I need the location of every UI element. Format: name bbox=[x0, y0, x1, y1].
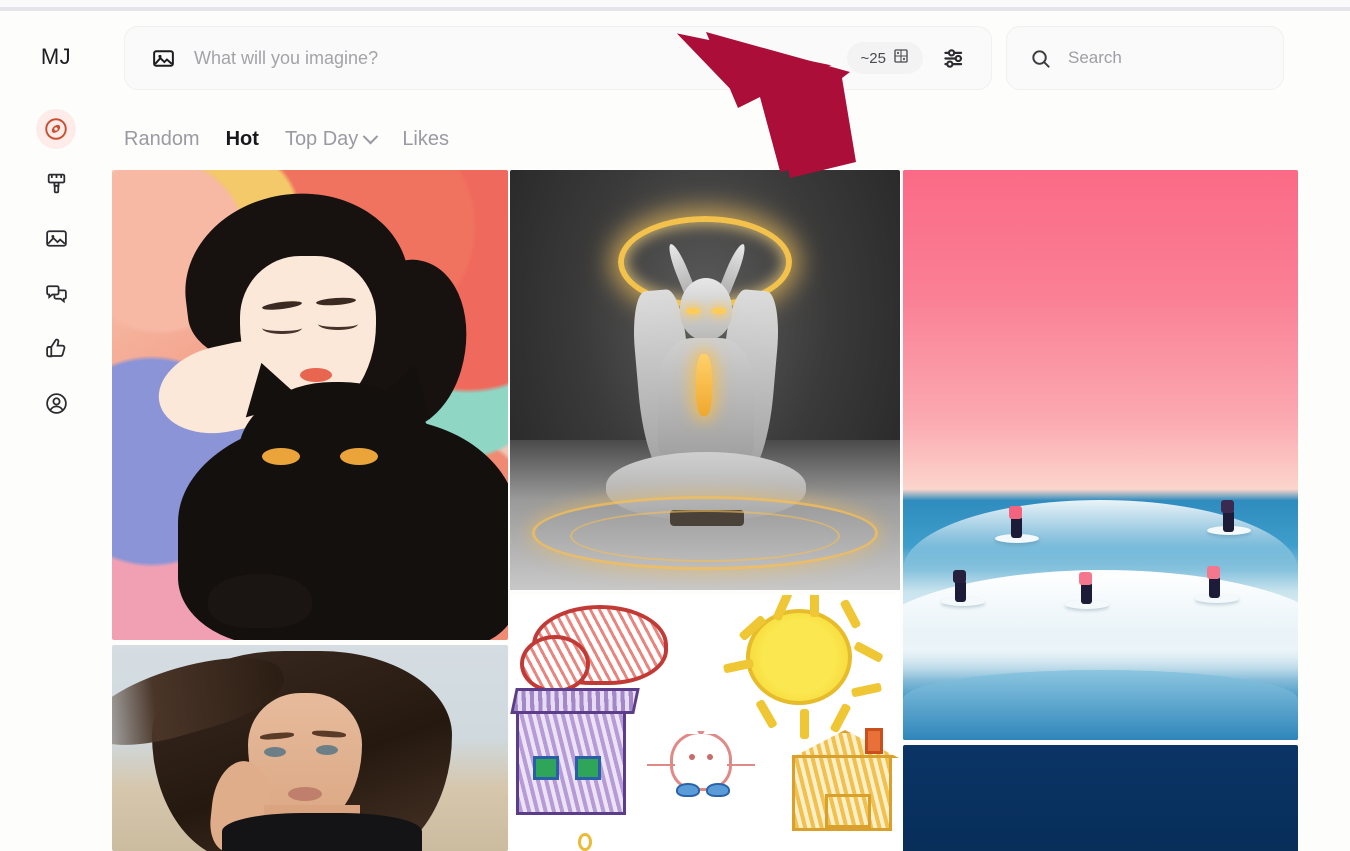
image-gallery bbox=[112, 170, 1350, 851]
decor bbox=[510, 688, 640, 815]
decor bbox=[520, 605, 668, 693]
feed-tabs: Random Hot Top Day Likes bbox=[124, 128, 449, 151]
decor bbox=[222, 813, 422, 851]
chat-bubbles-icon bbox=[36, 274, 76, 314]
decor bbox=[578, 833, 592, 851]
decor bbox=[825, 794, 871, 828]
compass-icon bbox=[36, 108, 76, 149]
count-badge-label: ~25 bbox=[860, 49, 886, 67]
decor bbox=[810, 595, 819, 617]
decor bbox=[676, 783, 700, 797]
thumbs-up-icon bbox=[36, 329, 76, 369]
decor bbox=[839, 598, 862, 630]
tab-top-day-label: Top Day bbox=[284, 128, 359, 150]
sliders-icon[interactable] bbox=[933, 36, 977, 80]
decor bbox=[686, 308, 700, 314]
decor bbox=[575, 756, 601, 780]
chevron-down-icon bbox=[363, 128, 379, 145]
sidebar-nav bbox=[0, 101, 112, 431]
tab-top-day[interactable]: Top Day bbox=[284, 128, 379, 151]
prompt-bar[interactable]: ~25 bbox=[124, 26, 992, 90]
decor bbox=[903, 670, 1298, 740]
sidebar: MJ bbox=[0, 11, 112, 851]
decor bbox=[853, 640, 884, 664]
gallery-card-navy-block[interactable] bbox=[903, 745, 1298, 851]
app-logo[interactable]: MJ bbox=[0, 44, 112, 70]
decor bbox=[800, 709, 809, 739]
decor bbox=[318, 318, 358, 330]
image-icon bbox=[36, 219, 76, 259]
decor bbox=[208, 574, 312, 628]
decor bbox=[510, 688, 640, 714]
tab-likes[interactable]: Likes bbox=[402, 128, 449, 151]
image-icon[interactable] bbox=[151, 46, 176, 71]
decor bbox=[300, 368, 332, 382]
decor bbox=[340, 448, 378, 465]
sidebar-item-create[interactable] bbox=[0, 156, 112, 211]
decor bbox=[712, 308, 726, 314]
app-root: MJ What will you imagine? ~25 Search Ran… bbox=[0, 0, 1350, 851]
decor bbox=[647, 764, 675, 766]
decor bbox=[533, 756, 559, 780]
decor bbox=[865, 728, 883, 754]
sidebar-item-account[interactable] bbox=[0, 376, 112, 431]
search-input[interactable] bbox=[1068, 48, 1289, 68]
prompt-input[interactable] bbox=[194, 47, 847, 69]
decor bbox=[675, 714, 699, 734]
decor bbox=[570, 510, 840, 562]
gallery-card-woman-with-black-cat[interactable] bbox=[112, 170, 508, 640]
gallery-column-1 bbox=[112, 170, 508, 851]
gallery-card-woman-portrait[interactable] bbox=[112, 645, 508, 851]
sidebar-item-explore[interactable] bbox=[0, 101, 112, 156]
decor bbox=[727, 764, 755, 766]
gallery-column-2 bbox=[510, 170, 900, 851]
search-bar[interactable] bbox=[1006, 26, 1289, 90]
decor bbox=[689, 754, 695, 760]
sidebar-item-gallery[interactable] bbox=[0, 211, 112, 266]
decor bbox=[288, 787, 322, 801]
decor bbox=[264, 747, 286, 757]
gallery-column-3 bbox=[903, 170, 1298, 851]
decor bbox=[755, 698, 778, 730]
decor bbox=[703, 714, 727, 734]
search-icon bbox=[1029, 47, 1052, 70]
decor bbox=[316, 745, 338, 755]
paintbrush-icon bbox=[36, 164, 76, 204]
decor bbox=[696, 354, 712, 416]
decor bbox=[829, 702, 852, 734]
user-circle-icon bbox=[36, 384, 76, 424]
window-top-strip bbox=[0, 0, 1350, 11]
gallery-card-surfers-painting[interactable] bbox=[903, 170, 1298, 740]
sidebar-item-likes[interactable] bbox=[0, 321, 112, 376]
decor bbox=[850, 682, 883, 698]
gallery-card-childrens-drawing[interactable] bbox=[510, 595, 900, 851]
image-grid-icon bbox=[893, 48, 909, 68]
top-divider bbox=[0, 7, 1350, 11]
decor bbox=[791, 728, 899, 831]
decor bbox=[262, 322, 302, 334]
decor bbox=[262, 448, 300, 465]
decor bbox=[903, 500, 1298, 570]
gallery-card-meditating-figure[interactable] bbox=[510, 170, 900, 590]
tab-hot[interactable]: Hot bbox=[226, 128, 259, 151]
count-badge[interactable]: ~25 bbox=[846, 42, 923, 74]
sidebar-item-chat[interactable] bbox=[0, 266, 112, 321]
decor bbox=[707, 754, 713, 760]
decor bbox=[647, 714, 755, 791]
decor bbox=[706, 783, 730, 797]
tab-random[interactable]: Random bbox=[124, 128, 200, 151]
